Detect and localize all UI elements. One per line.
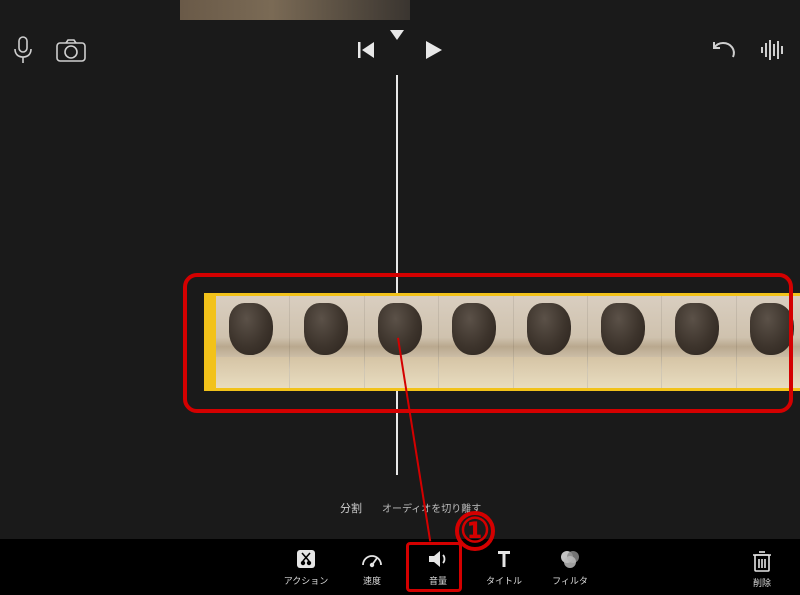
undo-icon[interactable] <box>712 39 738 61</box>
video-clip[interactable] <box>204 293 800 391</box>
clip-frame <box>290 296 364 388</box>
clip-frame <box>216 296 290 388</box>
clip-frame <box>737 296 800 388</box>
tool-title-label: タイトル <box>486 574 522 587</box>
tool-filter-label: フィルタ <box>552 574 588 587</box>
delete-button[interactable]: 削除 <box>740 549 784 589</box>
clip-frame <box>514 296 588 388</box>
tool-volume-label: 音量 <box>429 574 447 587</box>
audio-detach-label[interactable]: オーディオを切り離す <box>382 500 481 516</box>
delete-label: 削除 <box>753 576 771 589</box>
camera-icon[interactable] <box>56 38 86 62</box>
tool-volume[interactable]: 音量 <box>412 547 464 587</box>
tool-title[interactable]: タイトル <box>478 547 530 587</box>
speaker-icon <box>426 547 450 571</box>
tool-filter[interactable]: フィルタ <box>544 547 596 587</box>
timeline-area[interactable] <box>0 75 800 495</box>
tool-speed-label: 速度 <box>363 574 381 587</box>
clip-trim-handle-left[interactable] <box>207 296 216 388</box>
split-label[interactable]: 分割 <box>340 500 362 516</box>
scissors-icon <box>294 547 318 571</box>
tool-action-label: アクション <box>284 574 329 587</box>
skip-back-icon[interactable] <box>356 40 376 60</box>
trash-icon <box>751 549 773 573</box>
clip-frame <box>588 296 662 388</box>
waveform-icon[interactable] <box>760 39 786 61</box>
overlap-circles-icon <box>558 547 582 571</box>
playhead-line <box>396 75 398 475</box>
gauge-icon <box>360 547 384 571</box>
tool-action[interactable]: アクション <box>280 547 332 587</box>
clip-context-labels: 分割 オーディオを切り離す <box>340 500 481 516</box>
clip-frame <box>365 296 439 388</box>
playhead-marker[interactable] <box>390 30 404 40</box>
bottom-toolbar: アクション 速度 音量 <box>0 539 800 595</box>
preview-thumbnail <box>180 0 410 20</box>
microphone-icon[interactable] <box>12 36 34 64</box>
play-icon[interactable] <box>422 39 444 61</box>
clip-frame <box>662 296 736 388</box>
tool-speed[interactable]: 速度 <box>346 547 398 587</box>
title-icon <box>492 547 516 571</box>
clip-frame <box>439 296 513 388</box>
